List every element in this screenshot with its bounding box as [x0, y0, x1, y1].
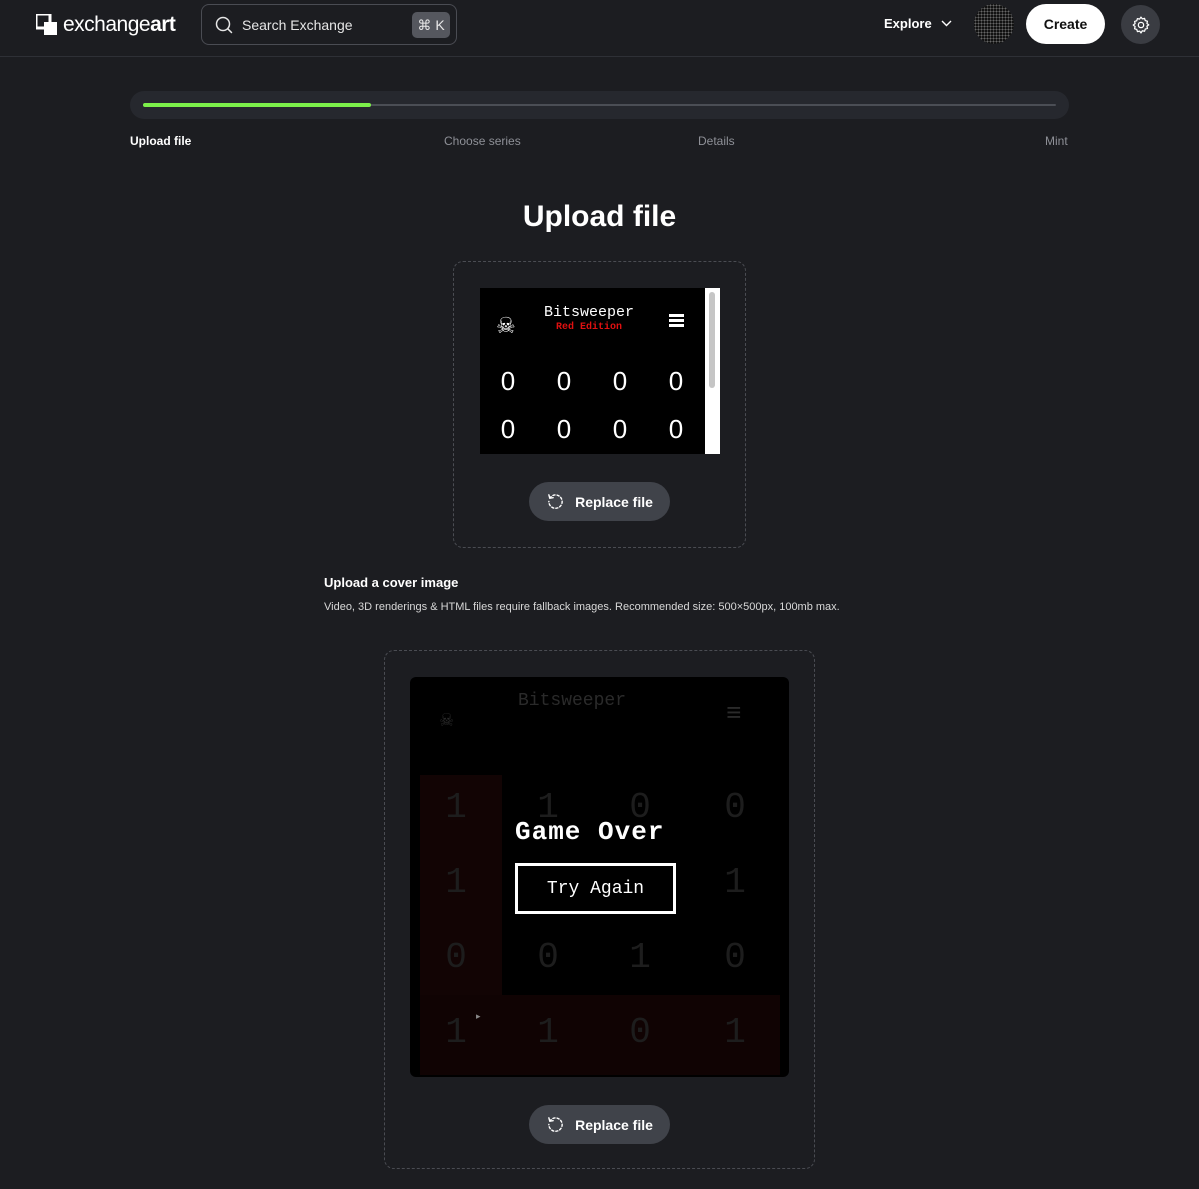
- preview-game-title: Bitsweeper: [543, 304, 634, 321]
- step-choose-series: Choose series: [444, 134, 521, 148]
- grid-cell: 1: [537, 1012, 559, 1053]
- dimmed-game-title: Bitsweeper: [518, 691, 627, 711]
- search-icon: [215, 16, 233, 33]
- grid-cell: 1: [724, 1012, 746, 1053]
- progress-rail: [143, 103, 1056, 107]
- step-upload-file: Upload file: [130, 134, 192, 148]
- grid-cell: 0: [500, 414, 516, 444]
- file-preview[interactable]: ☠ Bitsweeper Red Edition 0 0 0 0 0 0 0 0: [480, 288, 720, 454]
- step-details: Details: [698, 134, 735, 148]
- search-shortcut: ⌘ K: [412, 12, 450, 38]
- logo-text: exchangeart: [63, 13, 176, 36]
- skull-icon: ☠: [496, 313, 516, 338]
- grid-cell: 0: [612, 366, 628, 396]
- grid-cell: 0: [668, 366, 684, 396]
- cover-preview[interactable]: ☠ Bitsweeper ≡ 1 1 0 0 1 0 0 1 0 0 1 0 1…: [410, 677, 789, 1077]
- progress-bar: [130, 91, 1069, 119]
- grid-cell: 0: [629, 1012, 651, 1053]
- chevron-down-icon: [941, 20, 952, 27]
- logo[interactable]: exchangeart: [36, 13, 176, 37]
- grid-cell: 0: [724, 937, 746, 978]
- step-mint: Mint: [1045, 134, 1068, 148]
- replace-cover-button[interactable]: Replace file: [529, 1105, 670, 1144]
- cover-image-description: Video, 3D renderings & HTML files requir…: [324, 601, 840, 613]
- logo-mark-icon: [36, 14, 57, 35]
- settings-button[interactable]: [1121, 5, 1160, 44]
- explore-menu[interactable]: Explore: [884, 16, 952, 31]
- try-again-button[interactable]: Try Again: [515, 863, 676, 914]
- page-title: Upload file: [522, 200, 677, 233]
- game-over-title: Game Over: [515, 817, 665, 847]
- grid-cell: 1: [445, 787, 467, 828]
- explore-label: Explore: [884, 16, 932, 31]
- grid-cell: 0: [724, 787, 746, 828]
- preview-game-subtitle: Red Edition: [555, 322, 622, 333]
- grid-cell: 1: [629, 937, 651, 978]
- create-button[interactable]: Create: [1026, 4, 1105, 44]
- top-navbar: exchangeart Search Exchange ⌘ K Explore …: [0, 0, 1199, 57]
- gear-icon: [1132, 15, 1149, 34]
- skull-icon: ☠: [440, 708, 454, 733]
- menu-icon: ≡: [726, 699, 742, 729]
- progress-fill: [143, 103, 372, 107]
- grid-cell: 0: [556, 414, 572, 444]
- replace-cover-label: Replace file: [575, 1116, 653, 1133]
- command-symbol: ⌘: [417, 16, 432, 33]
- grid-cell: 0: [556, 366, 572, 396]
- search-placeholder: Search Exchange: [242, 16, 353, 33]
- shortcut-key: K: [435, 17, 445, 33]
- grid-cell: 1: [724, 862, 746, 903]
- grid-cell: 0: [612, 414, 628, 444]
- grid-cell: 1: [445, 862, 467, 903]
- grid-cell: 0: [537, 937, 559, 978]
- search-input[interactable]: Search Exchange ⌘ K: [201, 4, 457, 45]
- grid-cell: 0: [668, 414, 684, 444]
- refresh-icon: [548, 1117, 563, 1132]
- replace-file-button[interactable]: Replace file: [529, 482, 670, 521]
- grid-cell: 0: [500, 366, 516, 396]
- grid-cell: 1: [445, 1012, 467, 1053]
- grid-cell: 0: [445, 937, 467, 978]
- mouse-cursor-icon: ▸: [476, 1011, 481, 1021]
- avatar[interactable]: [974, 4, 1014, 44]
- refresh-icon: [548, 494, 563, 509]
- replace-file-label: Replace file: [575, 493, 653, 510]
- preview-scrollbar[interactable]: [705, 288, 720, 454]
- scrollbar-thumb[interactable]: [709, 292, 715, 388]
- menu-icon: [669, 314, 684, 328]
- cover-image-heading: Upload a cover image: [324, 575, 459, 590]
